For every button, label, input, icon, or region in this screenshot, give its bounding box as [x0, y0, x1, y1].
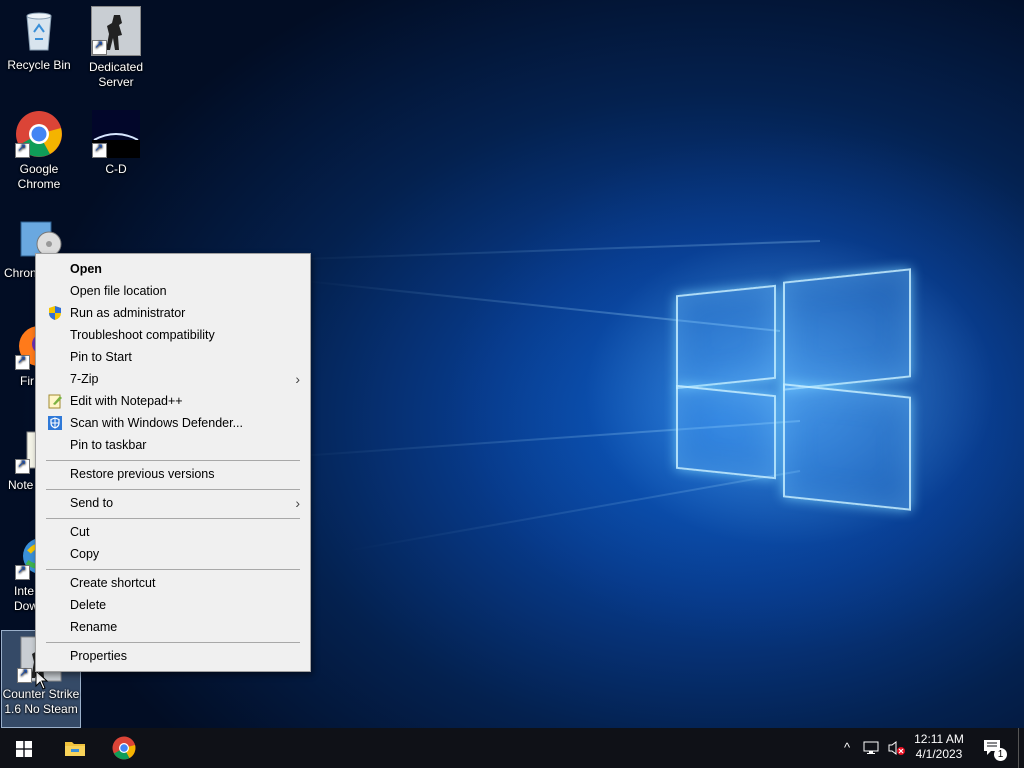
menu-item-cut[interactable]: Cut	[36, 521, 310, 543]
menu-separator	[46, 569, 300, 570]
menu-item-label: Copy	[70, 547, 100, 561]
icon-label: Google Chrome	[17, 162, 61, 191]
chrome-icon	[112, 736, 136, 760]
notepadpp-icon	[48, 394, 62, 409]
shortcut-arrow-icon	[15, 141, 30, 158]
windows-logo-pane	[783, 383, 911, 511]
uac-shield-icon	[49, 306, 61, 320]
menu-item-label: Send to	[70, 496, 114, 510]
desktop-icon-google-chrome[interactable]: Google Chrome	[0, 110, 78, 192]
icon-label: C-D	[105, 162, 127, 176]
network-button[interactable]	[860, 728, 882, 768]
menu-item-label: Pin to taskbar	[70, 438, 147, 452]
menu-item-label: Edit with Notepad++	[70, 394, 183, 408]
menu-item-copy[interactable]: Copy	[36, 543, 310, 565]
shortcut-arrow-icon	[92, 38, 107, 55]
menu-item-label: Scan with Windows Defender...	[70, 416, 243, 430]
shortcut-arrow-icon	[17, 666, 32, 683]
menu-item-pin-to-start[interactable]: Pin to Start	[36, 346, 310, 368]
menu-item-troubleshoot-compatibility[interactable]: Troubleshoot compatibility	[36, 324, 310, 346]
menu-item-scan-with-windows-defender[interactable]: Scan with Windows Defender...	[36, 412, 310, 434]
recycle-bin-icon	[15, 6, 63, 54]
volume-button[interactable]	[884, 728, 908, 768]
windows-logo-icon	[16, 741, 32, 757]
icon-label: Recycle Bin	[7, 58, 71, 72]
shortcut-arrow-icon	[15, 353, 30, 370]
menu-item-open-file-location[interactable]: Open file location	[36, 280, 310, 302]
chrome-icon	[15, 110, 63, 158]
menu-item-label: Pin to Start	[70, 350, 132, 364]
menu-separator	[46, 518, 300, 519]
menu-item-label: Create shortcut	[70, 576, 156, 590]
network-icon	[863, 741, 879, 754]
taskbar-file-explorer-button[interactable]	[50, 728, 98, 768]
context-menu: Open Open file location Run as administr…	[35, 253, 311, 672]
defender-icon	[48, 416, 62, 430]
clock-date: 4/1/2023	[915, 747, 963, 761]
menu-separator	[46, 489, 300, 490]
menu-item-send-to[interactable]: Send to ›	[36, 492, 310, 514]
show-desktop-button[interactable]	[1018, 728, 1019, 768]
menu-separator	[46, 460, 300, 461]
start-button[interactable]	[0, 728, 48, 768]
menu-item-properties[interactable]: Properties	[36, 645, 310, 667]
c-d-icon	[92, 110, 140, 158]
icon-label: Dedicated Server	[88, 60, 144, 89]
desktop-icon-dedicated-server[interactable]: Dedicated Server	[77, 6, 155, 90]
menu-item-pin-to-taskbar[interactable]: Pin to taskbar	[36, 434, 310, 456]
menu-item-label: Run as administrator	[70, 306, 186, 320]
menu-item-run-as-administrator[interactable]: Run as administrator	[36, 302, 310, 324]
menu-item-label: Properties	[70, 649, 127, 663]
show-hidden-icons-button[interactable]: ^	[838, 728, 856, 768]
windows-logo-pane	[676, 384, 776, 480]
taskbar-chrome-button[interactable]	[100, 728, 148, 768]
menu-item-label: Open file location	[70, 284, 167, 298]
shortcut-arrow-icon	[15, 457, 30, 474]
counter-strike-icon	[91, 6, 141, 56]
clock-time: 12:11 AM	[914, 732, 964, 746]
menu-item-rename[interactable]: Rename	[36, 616, 310, 638]
icon-label: Counter Strike 1.6 No Steam	[2, 687, 80, 716]
notification-count-badge: 1	[994, 748, 1007, 761]
wallpaper-beam	[346, 470, 801, 552]
menu-item-label: 7-Zip	[70, 372, 99, 386]
menu-separator	[46, 642, 300, 643]
menu-item-label: Rename	[70, 620, 118, 634]
menu-item-open[interactable]: Open	[36, 258, 310, 280]
chevron-up-icon: ^	[843, 740, 851, 755]
menu-item-7-zip[interactable]: 7-Zip ›	[36, 368, 310, 390]
menu-item-label: Troubleshoot compatibility	[70, 328, 215, 342]
clock-button[interactable]: 12:11 AM 4/1/2023	[910, 728, 968, 768]
submenu-chevron-icon: ›	[295, 495, 300, 511]
shortcut-arrow-icon	[92, 141, 107, 158]
volume-muted-icon	[888, 741, 905, 755]
menu-item-restore-previous-versions[interactable]: Restore previous versions	[36, 463, 310, 485]
file-explorer-icon	[65, 742, 85, 756]
windows-logo-pane	[783, 268, 911, 391]
shortcut-arrow-icon	[15, 563, 30, 580]
submenu-chevron-icon: ›	[295, 371, 300, 387]
menu-item-label: Delete	[70, 598, 107, 612]
menu-item-label: Cut	[70, 525, 90, 539]
desktop-icon-c-d[interactable]: C-D	[77, 110, 155, 177]
menu-item-label: Restore previous versions	[70, 467, 215, 481]
menu-item-label: Open	[70, 262, 102, 276]
wallpaper-beam	[260, 240, 821, 262]
windows-logo-pane	[676, 284, 776, 390]
menu-item-edit-with-notepadpp[interactable]: Edit with Notepad++	[36, 390, 310, 412]
mouse-cursor-icon	[35, 670, 49, 690]
menu-item-delete[interactable]: Delete	[36, 594, 310, 616]
menu-item-create-shortcut[interactable]: Create shortcut	[36, 572, 310, 594]
taskbar: ^ 12:11 AM 4/1/2023 1	[0, 728, 1024, 768]
action-center-button[interactable]: 1	[978, 728, 1008, 768]
desktop-icon-recycle-bin[interactable]: Recycle Bin	[0, 6, 78, 73]
